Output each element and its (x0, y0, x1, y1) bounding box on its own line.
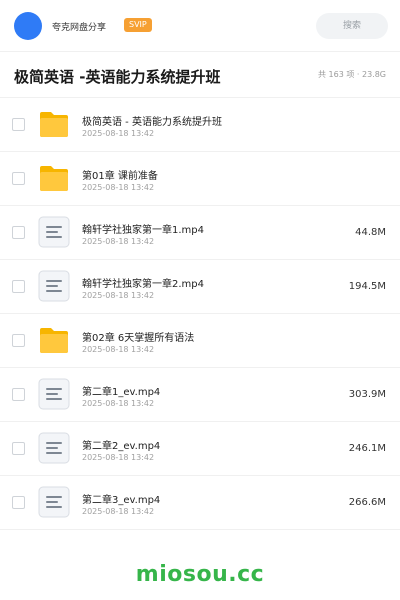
file-date: 2025-08-18 13:42 (82, 453, 155, 462)
select-checkbox[interactable] (12, 334, 25, 347)
file-size: 303.9M (348, 389, 386, 400)
page-title: 极简英语 -英语能力系统提升班 (14, 68, 221, 86)
select-checkbox[interactable] (12, 496, 25, 509)
file-name: 第二章2_ev.mp4 (82, 441, 161, 452)
file-name: 极简英语 - 英语能力系统提升班 (82, 117, 222, 128)
file-date: 2025-08-18 13:42 (82, 237, 155, 246)
file-date: 2025-08-18 13:42 (82, 291, 155, 300)
file-name: 翰轩学社独家第一章1.mp4 (82, 225, 204, 236)
folder-icon (38, 108, 70, 140)
file-date: 2025-08-18 13:42 (82, 129, 155, 138)
file-date: 2025-08-18 13:42 (82, 399, 155, 408)
file-row[interactable]: 第二章3_ev.mp4 2025-08-18 13:42 266.6M (0, 476, 400, 530)
document-icon (38, 270, 70, 302)
watermark-logo: miosou.cc (135, 562, 265, 587)
folder-row[interactable]: 第01章 课前准备 2025-08-18 13:42 (0, 152, 400, 206)
folder-icon (38, 324, 70, 356)
folder-row[interactable]: 极简英语 - 英语能力系统提升班 2025-08-18 13:42 (0, 98, 400, 152)
select-checkbox[interactable] (12, 442, 25, 455)
file-row[interactable]: 翰轩学社独家第一章2.mp4 2025-08-18 13:42 194.5M (0, 260, 400, 314)
document-icon (38, 378, 70, 410)
file-size: 44.8M (355, 227, 386, 238)
file-name: 第02章 6天掌握所有语法 (82, 333, 195, 344)
avatar[interactable] (14, 12, 42, 40)
file-row[interactable]: 第二章2_ev.mp4 2025-08-18 13:42 246.1M (0, 422, 400, 476)
file-date: 2025-08-18 13:42 (82, 345, 155, 354)
file-name: 第二章1_ev.mp4 (82, 387, 161, 398)
top-bar: 夸克网盘分享 SVIP 搜索 (0, 0, 400, 52)
file-date: 2025-08-18 13:42 (82, 183, 155, 192)
file-list: 极简英语 - 英语能力系统提升班 2025-08-18 13:42 第01章 课前准… (0, 98, 400, 530)
select-checkbox[interactable] (12, 226, 25, 239)
svip-badge: SVIP (124, 18, 152, 32)
file-name: 第二章3_ev.mp4 (82, 495, 161, 506)
document-icon (38, 432, 70, 464)
share-owner-name: 夸克网盘分享 (52, 23, 107, 33)
search-input[interactable]: 搜索 (316, 13, 388, 39)
file-date: 2025-08-18 13:42 (82, 507, 155, 516)
file-size: 194.5M (348, 281, 386, 292)
file-name: 翰轩学社独家第一章2.mp4 (82, 279, 204, 290)
title-row: 极简英语 -英语能力系统提升班 共 163 项 · 23.8G (0, 52, 400, 98)
folder-row[interactable]: 第02章 6天掌握所有语法 2025-08-18 13:42 (0, 314, 400, 368)
file-name: 第01章 课前准备 (82, 171, 158, 182)
select-checkbox[interactable] (12, 388, 25, 401)
select-checkbox[interactable] (12, 172, 25, 185)
document-icon (38, 486, 70, 518)
select-checkbox[interactable] (12, 280, 25, 293)
file-row[interactable]: 第二章1_ev.mp4 2025-08-18 13:42 303.9M (0, 368, 400, 422)
file-row[interactable]: 翰轩学社独家第一章1.mp4 2025-08-18 13:42 44.8M (0, 206, 400, 260)
file-size: 266.6M (348, 497, 386, 508)
folder-icon (38, 162, 70, 194)
file-size: 246.1M (348, 443, 386, 454)
select-checkbox[interactable] (12, 118, 25, 131)
document-icon (38, 216, 70, 248)
share-meta: 共 163 项 · 23.8G (318, 70, 386, 79)
